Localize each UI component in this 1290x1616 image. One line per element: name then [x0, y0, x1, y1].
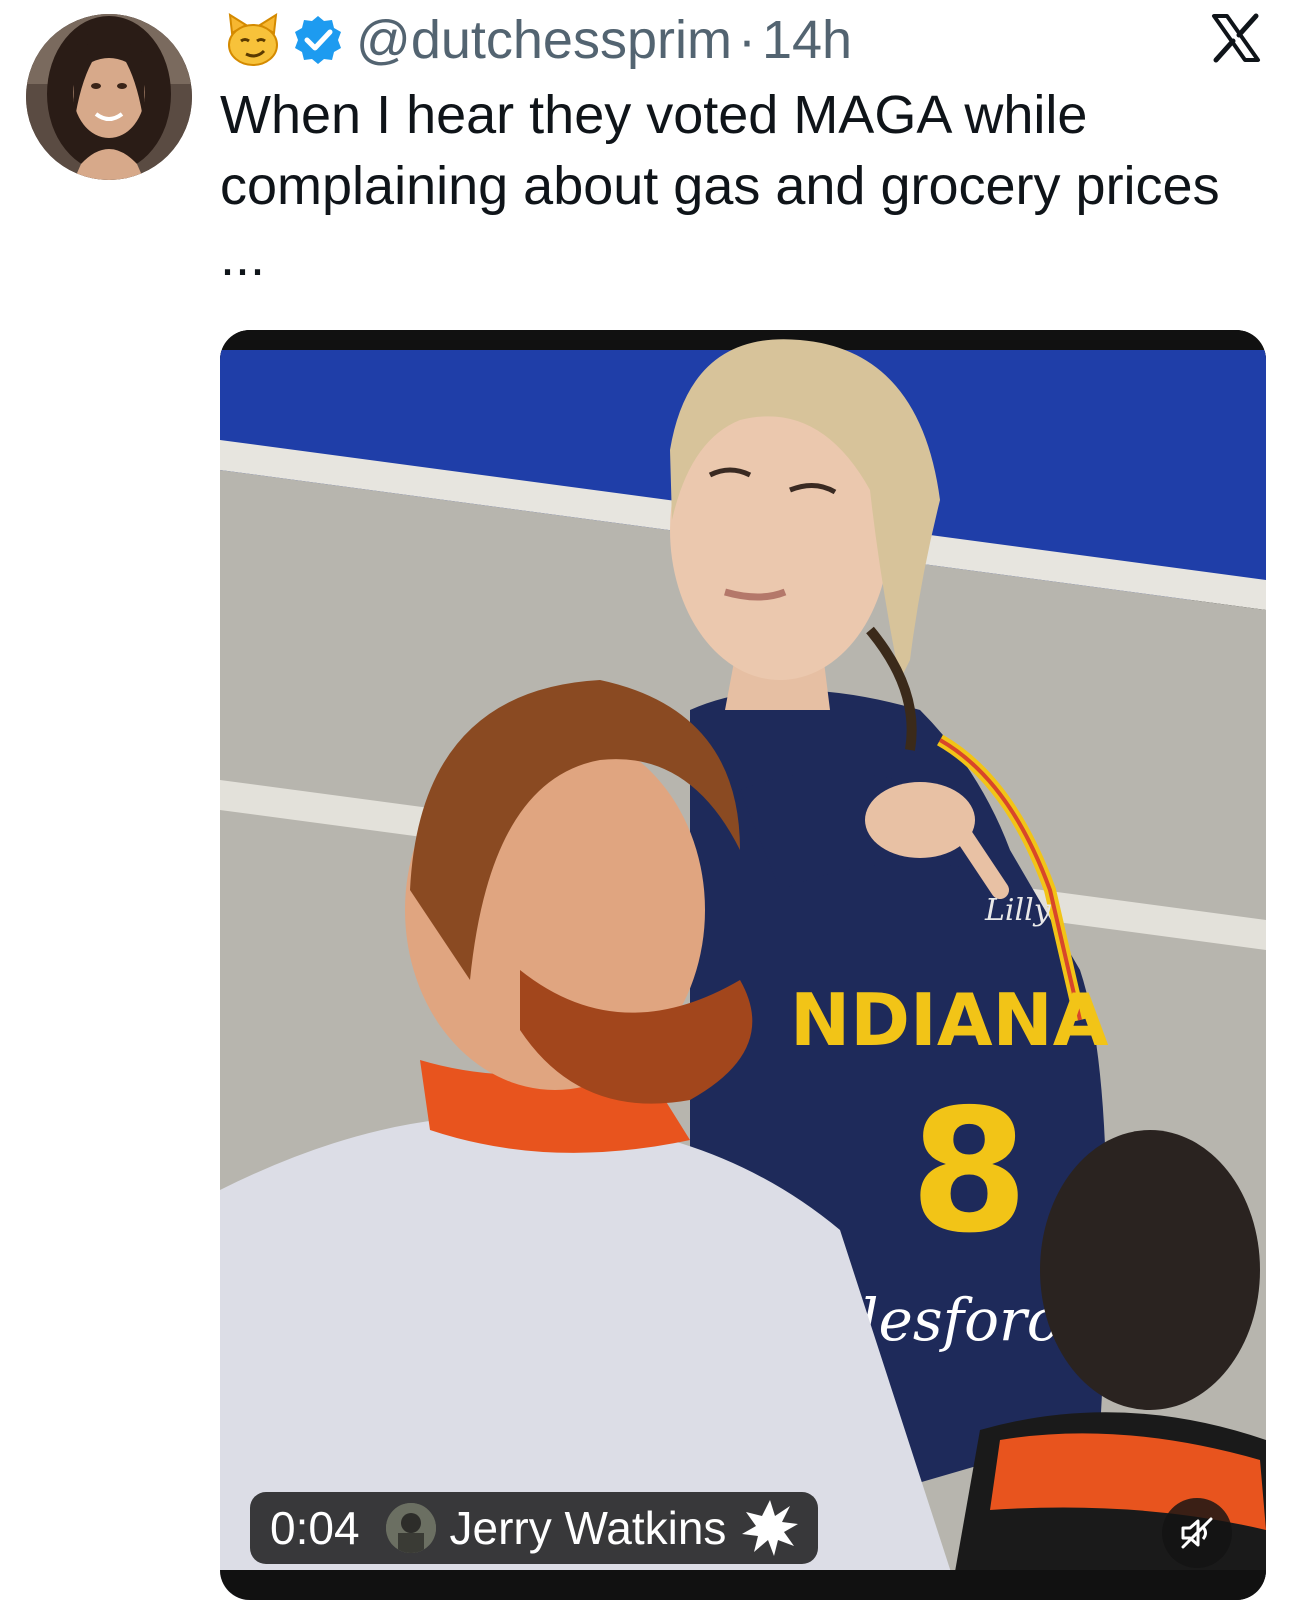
- profile-avatar: [26, 14, 192, 180]
- attribution-name[interactable]: Jerry Watkins: [450, 1501, 727, 1555]
- video-elapsed-time: 0:04: [270, 1502, 360, 1554]
- video-info-badge: 0:04 Jerry Watkins: [250, 1492, 819, 1564]
- muted-speaker-icon: [1181, 1517, 1213, 1549]
- tweet-text: When I hear they voted MAGA while compla…: [220, 85, 1220, 287]
- jersey-sponsor-top: Lilly: [984, 893, 1052, 928]
- author-handle[interactable]: @dutchessprim: [356, 9, 732, 71]
- tweet-header: @dutchessprim · 14h: [224, 8, 852, 72]
- mute-toggle-button[interactable]: [1162, 1498, 1232, 1568]
- verified-badge-icon: [295, 16, 341, 64]
- header-separator: ·: [737, 10, 756, 70]
- author-avatar[interactable]: [26, 14, 192, 180]
- jersey-team-text: NDIANA: [790, 978, 1109, 1062]
- smirking-cat-icon: [228, 13, 278, 66]
- attribution-avatar: [385, 1503, 436, 1553]
- burst-badge-icon: [742, 1500, 799, 1556]
- video-player[interactable]: NDIANA 8 Lilly lesforce 0:04 Jerry Watki…: [220, 330, 1266, 1600]
- jersey-number-text: 8: [910, 1073, 1028, 1271]
- x-logo-icon: [1212, 13, 1260, 63]
- video-frame: NDIANA 8 Lilly lesforce: [220, 330, 1266, 1600]
- tweet-timestamp[interactable]: 14h: [762, 9, 852, 71]
